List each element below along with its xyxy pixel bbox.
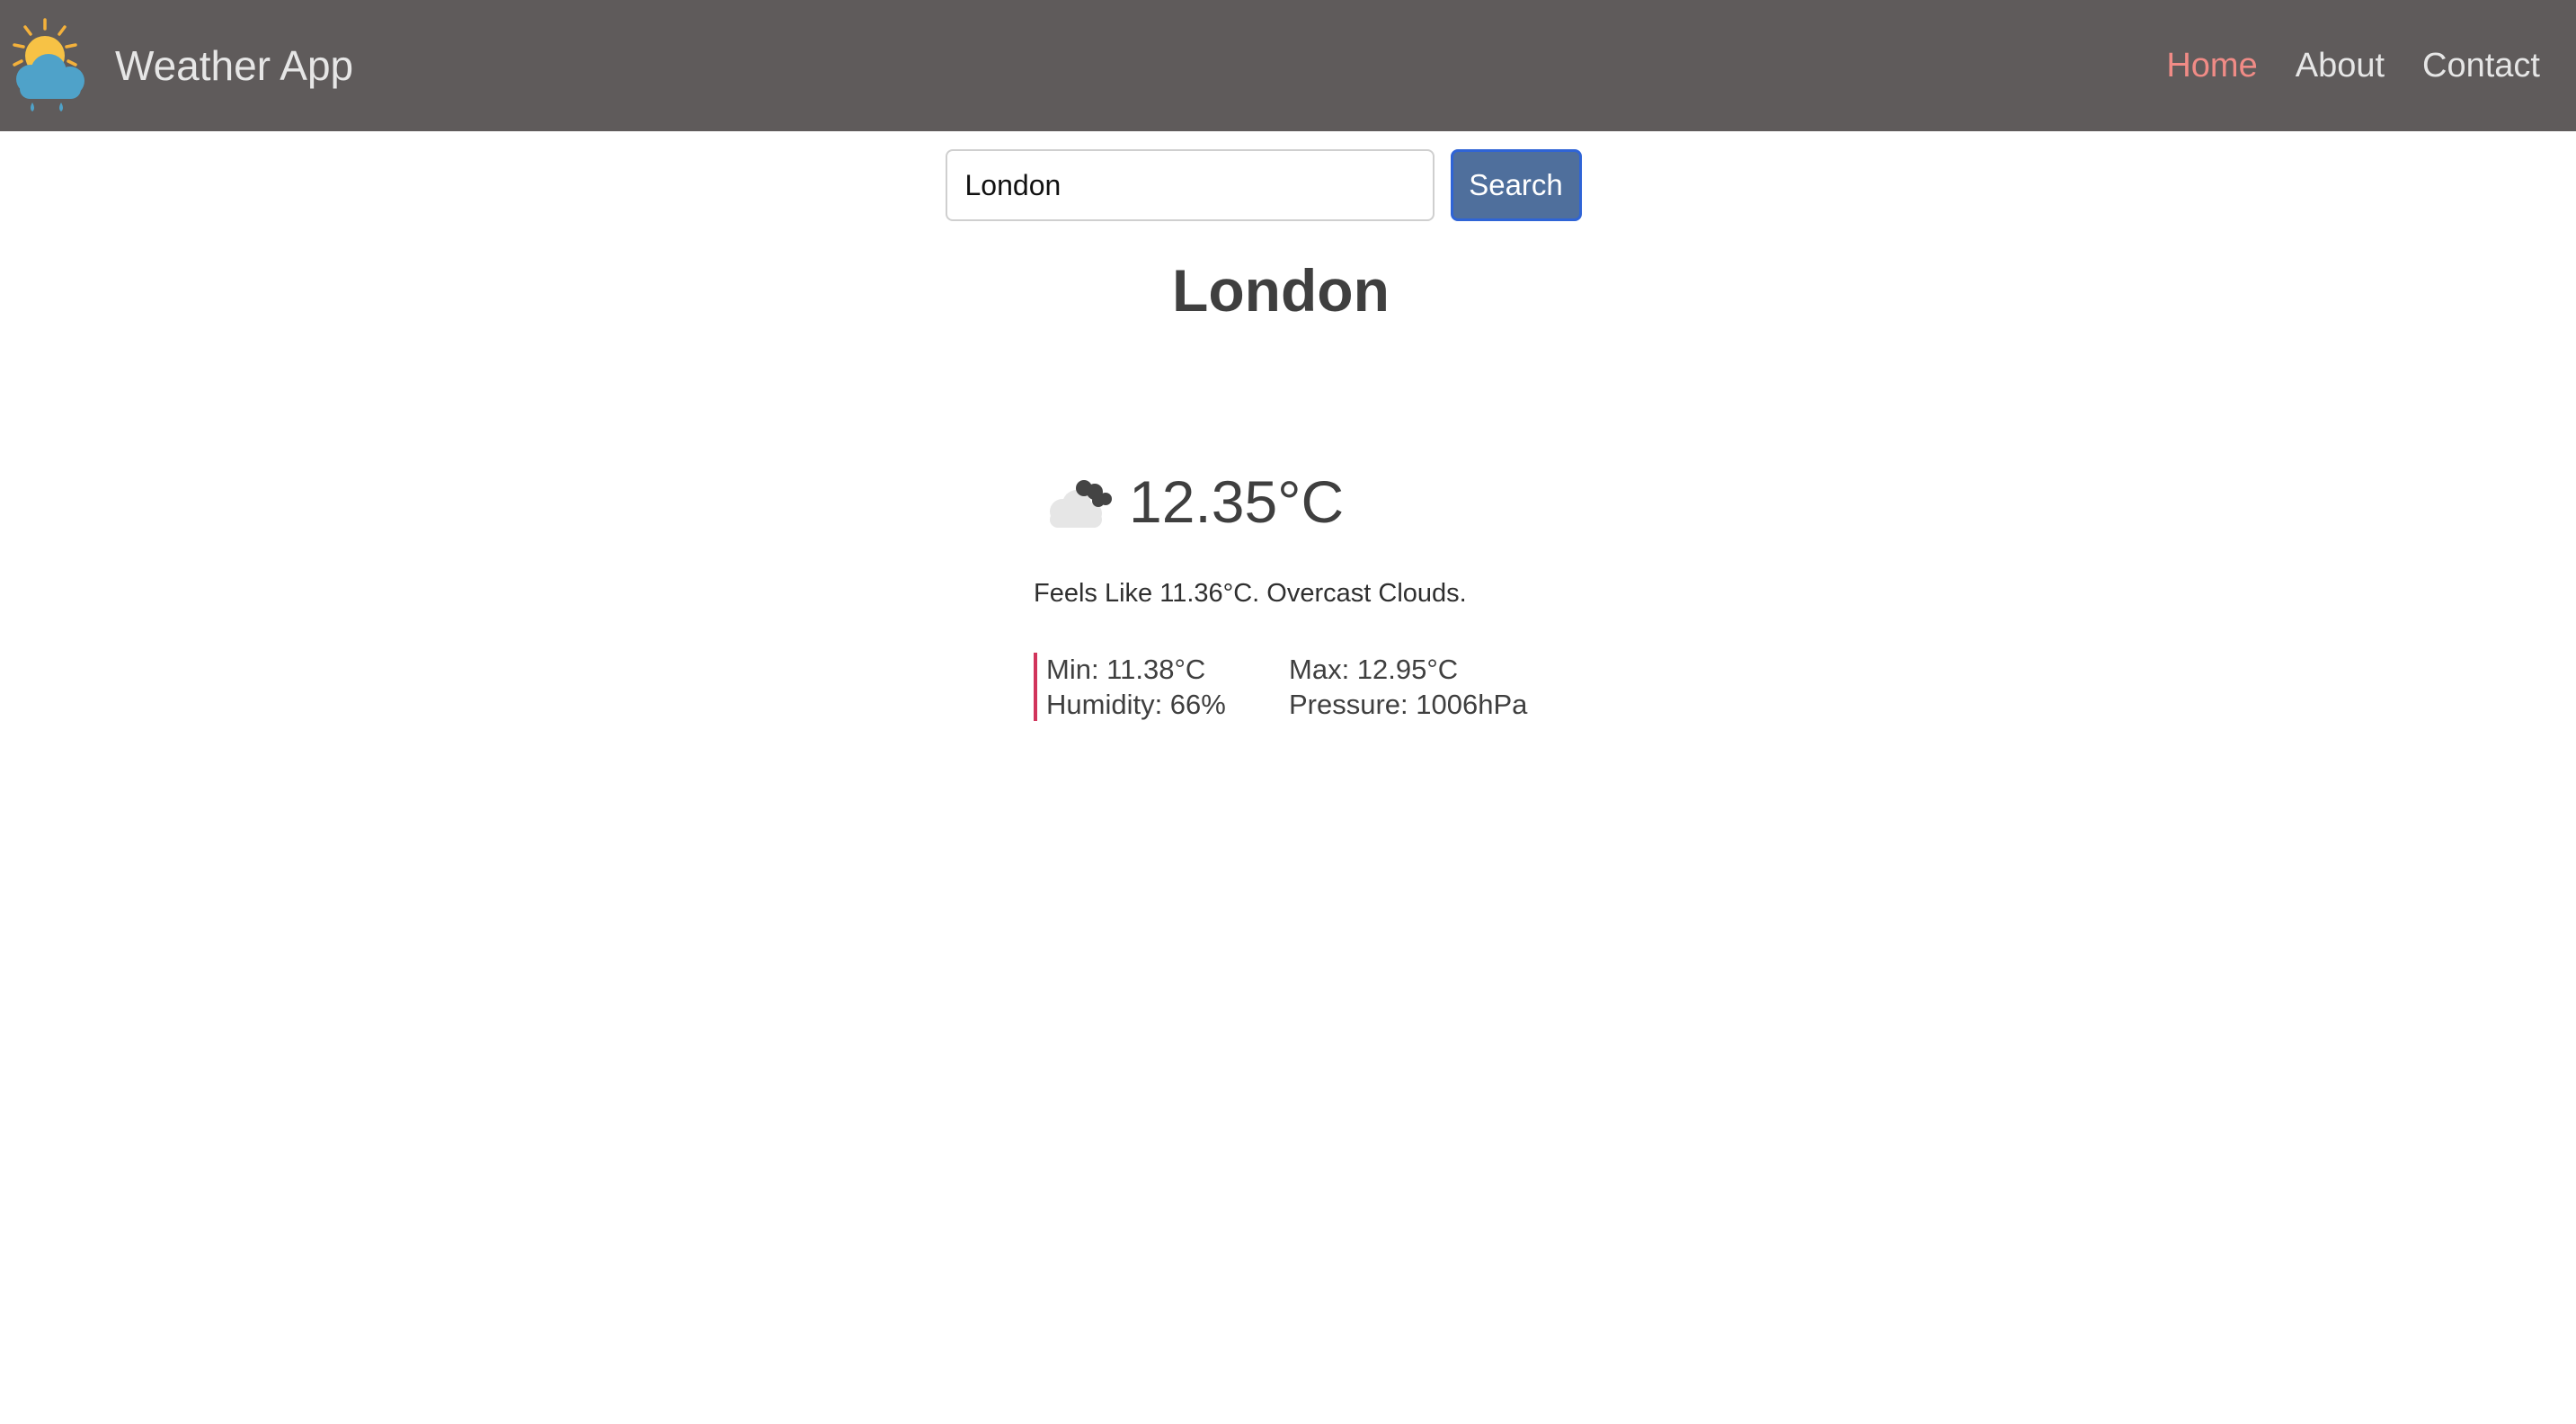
nav-contact-link[interactable]: Contact bbox=[2422, 47, 2540, 85]
app-title: Weather App bbox=[115, 42, 354, 89]
temperature-value: 12.35°C bbox=[1129, 468, 1345, 535]
pressure: Pressure: 1006hPa bbox=[1289, 689, 1528, 720]
nav-about-link[interactable]: About bbox=[2296, 47, 2385, 85]
search-button[interactable]: Search bbox=[1450, 149, 1582, 221]
weather-details: Min: 11.38°C Max: 12.95°C Humidity: 66% … bbox=[1034, 653, 1559, 721]
max-temperature: Max: 12.95°C bbox=[1289, 654, 1459, 685]
city-title: London bbox=[1172, 257, 1390, 324]
weather-summary: Feels Like 11.36°C. Overcast Clouds. bbox=[1034, 579, 1467, 608]
search-group: Search bbox=[945, 149, 1582, 221]
min-temperature: Min: 11.38°C bbox=[1046, 654, 1206, 685]
brand[interactable]: Weather App bbox=[7, 16, 353, 115]
navbar: Weather App Home About Contact bbox=[0, 0, 2576, 131]
humidity: Humidity: 66% bbox=[1046, 689, 1226, 720]
city-search-input[interactable] bbox=[945, 149, 1435, 221]
overcast-clouds-icon bbox=[1050, 480, 1112, 528]
nav-links: Home About Contact bbox=[2128, 47, 2540, 85]
search-form: Search bbox=[0, 149, 2576, 221]
nav-home-link[interactable]: Home bbox=[2166, 47, 2257, 85]
sun-cloud-rain-logo-icon bbox=[13, 18, 84, 111]
current-temperature: 12.35°C bbox=[1043, 467, 1344, 536]
